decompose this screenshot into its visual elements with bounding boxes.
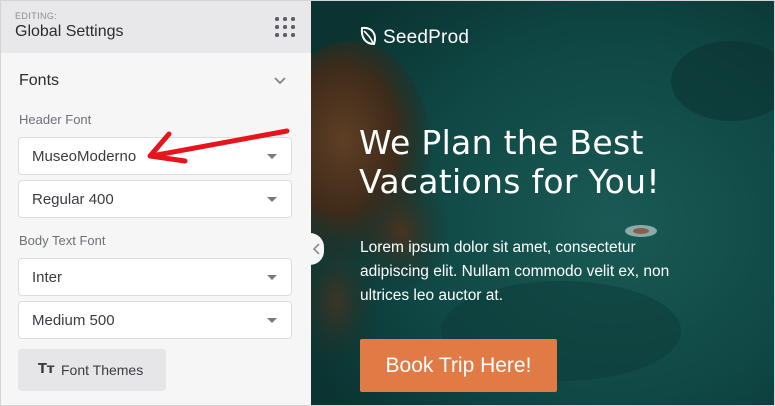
font-themes-label: Font Themes <box>61 362 144 378</box>
caret-down-icon <box>267 318 277 323</box>
annotation-arrow-icon <box>147 128 290 164</box>
settings-sidebar: EDITING: Global Settings Fonts Header Fo… <box>1 1 311 405</box>
header-font-family-value: MuseoModerno <box>32 148 137 165</box>
leaf-icon <box>360 26 376 46</box>
body-font-weight-value: Medium 500 <box>32 312 115 329</box>
chevron-left-icon <box>312 243 320 255</box>
app-frame: EDITING: Global Settings Fonts Header Fo… <box>0 0 775 406</box>
caret-down-icon <box>267 197 277 202</box>
caret-down-icon <box>267 275 277 280</box>
page-preview: SeedProd We Plan the Best Vacations for … <box>311 1 774 405</box>
header-font-weight-select[interactable]: Regular 400 <box>18 180 292 218</box>
header-font-weight-value: Regular 400 <box>32 191 114 208</box>
sidebar-header: EDITING: Global Settings <box>1 1 311 53</box>
grid-dots-icon[interactable] <box>275 17 297 39</box>
chevron-down-icon[interactable] <box>271 71 289 89</box>
book-trip-label: Book Trip Here! <box>385 354 532 377</box>
hero-body-text: Lorem ipsum dolor sit amet, consectetur … <box>360 239 670 304</box>
body-font-family-value: Inter <box>32 269 63 286</box>
logo-text: SeedProd <box>383 27 470 48</box>
hero-headline: We Plan the Best Vacations for You! <box>359 123 660 201</box>
fonts-section-title[interactable]: Fonts <box>19 72 59 90</box>
editing-label: EDITING: <box>15 11 58 21</box>
header-font-label: Header Font <box>19 112 92 127</box>
body-font-weight-select[interactable]: Medium 500 <box>18 301 292 339</box>
panel-title: Global Settings <box>15 23 124 40</box>
body-font-family-select[interactable]: Inter <box>18 258 292 296</box>
body-font-label: Body Text Font <box>19 233 106 248</box>
book-trip-button[interactable]: Book Trip Here! <box>360 339 557 392</box>
font-themes-button[interactable]: Tт Font Themes <box>18 349 166 391</box>
text-type-icon: Tт <box>38 362 55 377</box>
